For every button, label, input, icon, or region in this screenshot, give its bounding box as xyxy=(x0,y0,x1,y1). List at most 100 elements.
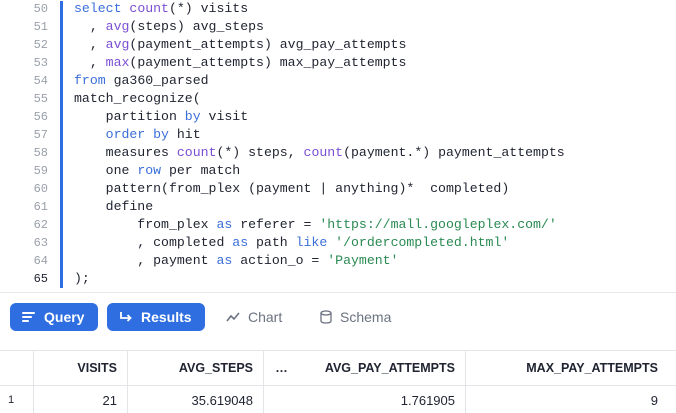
token-kw: by xyxy=(184,109,201,124)
code-text[interactable]: from_plex as referer = 'https://mall.goo… xyxy=(74,216,557,234)
code-line[interactable]: 62 from_plex as referer = 'https://mall.… xyxy=(0,216,676,234)
token-str: '/ordercompleted.html' xyxy=(335,235,510,250)
line-number: 52 xyxy=(33,38,48,52)
code-line[interactable]: 64 , payment as action_o = 'Payment' xyxy=(0,252,676,270)
lines-icon xyxy=(22,311,36,323)
code-line[interactable]: 59 one row per match xyxy=(0,162,676,180)
line-number: 60 xyxy=(33,182,48,196)
code-line[interactable]: 55 match_recognize( xyxy=(0,90,676,108)
line-number: 53 xyxy=(33,56,48,70)
results-grid: VISITS AVG_STEPS … AVG_PAY_ATTEMPTS MAX_… xyxy=(0,350,676,413)
code-text[interactable]: measures count(*) steps, count(payment.*… xyxy=(74,144,565,162)
token-text: pattern(from_plex (payment | anything)* … xyxy=(74,181,510,196)
cell-hidden-columns xyxy=(264,386,300,413)
token-text: , xyxy=(74,55,106,70)
column-header-max-pay-attempts[interactable]: MAX_PAY_ATTEMPTS xyxy=(466,351,668,385)
token-text: , payment xyxy=(74,253,217,268)
token-kw: as xyxy=(216,253,233,268)
token-text: measures xyxy=(74,145,177,160)
code-line[interactable]: 58 measures count(*) steps, count(paymen… xyxy=(0,144,676,162)
tab-schema-label: Schema xyxy=(340,309,392,325)
token-kw: as xyxy=(216,217,233,232)
code-text[interactable]: , avg(steps) avg_steps xyxy=(74,18,264,36)
token-text: from_plex xyxy=(74,217,217,232)
code-line[interactable]: 63 , completed as path like '/ordercompl… xyxy=(0,234,676,252)
token-kw: select xyxy=(74,1,130,16)
token-str: 'Payment' xyxy=(327,253,399,268)
code-text[interactable]: , completed as path like '/ordercomplete… xyxy=(74,234,509,252)
code-text[interactable]: pattern(from_plex (payment | anything)* … xyxy=(74,180,510,198)
code-line[interactable]: 57 order by hit xyxy=(0,126,676,144)
code-text[interactable]: , max(payment_attempts) max_pay_attempts xyxy=(74,54,407,72)
column-header-avg-pay-attempts[interactable]: AVG_PAY_ATTEMPTS xyxy=(300,351,466,385)
token-text: , xyxy=(74,19,106,34)
token-fn: avg xyxy=(105,37,130,52)
code-text[interactable]: order by hit xyxy=(74,126,201,144)
code-line[interactable]: 56 partition by visit xyxy=(0,108,676,126)
code-line[interactable]: 53 , max(payment_attempts) max_pay_attem… xyxy=(0,54,676,72)
cell-avg-steps[interactable]: 35.619048 xyxy=(128,386,264,413)
result-tabs-toolbar: Query Results Chart Schema xyxy=(0,292,676,340)
code-line[interactable]: 51 , avg(steps) avg_steps xyxy=(0,18,676,36)
tab-results-label: Results xyxy=(141,309,192,325)
tab-chart-label: Chart xyxy=(248,309,283,325)
code-line[interactable]: 52 , avg(payment_attempts) avg_pay_attem… xyxy=(0,36,676,54)
line-number: 58 xyxy=(33,146,48,160)
token-text: define xyxy=(74,199,154,214)
line-number: 55 xyxy=(33,92,48,106)
tab-results[interactable]: Results xyxy=(107,303,205,331)
column-ellipsis[interactable]: … xyxy=(264,351,300,385)
code-line[interactable]: 65); xyxy=(0,270,676,288)
code-text[interactable]: from ga360_parsed xyxy=(74,72,209,90)
token-text: partition xyxy=(74,109,185,124)
tab-chart[interactable]: Chart xyxy=(226,303,306,331)
tab-schema[interactable]: Schema xyxy=(320,303,410,331)
token-text: (*) visits xyxy=(168,1,249,16)
row-index: 1 xyxy=(0,386,34,413)
sql-editor[interactable]: 50 select count(*) visits 51 , avg(steps) … xyxy=(0,0,676,290)
line-number: 63 xyxy=(33,236,48,250)
token-text: ga360_parsed xyxy=(113,73,209,88)
token-text: per match xyxy=(161,163,241,178)
token-text: (payment.*) payment_attempts xyxy=(343,145,565,160)
token-text: one xyxy=(74,163,138,178)
cell-avg-pay-attempts[interactable]: 1.761905 xyxy=(300,386,466,413)
table-row[interactable]: 1 21 35.619048 1.761905 9 xyxy=(0,386,676,413)
line-number: 57 xyxy=(33,128,48,142)
token-text: ); xyxy=(74,271,90,286)
token-fn: avg xyxy=(105,19,130,34)
code-text[interactable]: partition by visit xyxy=(74,108,248,126)
database-icon xyxy=(320,310,332,324)
code-text[interactable]: ); xyxy=(74,270,90,288)
token-kw: as xyxy=(232,235,249,250)
code-text[interactable]: , payment as action_o = 'Payment' xyxy=(74,252,398,270)
tab-query[interactable]: Query xyxy=(10,303,98,331)
token-fn: count xyxy=(129,1,169,16)
code-line[interactable]: 54 from ga360_parsed xyxy=(0,72,676,90)
token-text: , xyxy=(74,37,106,52)
code-text[interactable]: , avg(payment_attempts) avg_pay_attempts xyxy=(74,36,407,54)
token-str: 'https://mall.googleplex.com/' xyxy=(319,217,557,232)
code-line[interactable]: 60 pattern(from_plex (payment | anything… xyxy=(0,180,676,198)
line-number: 65 xyxy=(33,272,48,286)
column-header-avg-steps[interactable]: AVG_STEPS xyxy=(128,351,264,385)
code-text[interactable]: select count(*) visits xyxy=(74,0,248,18)
column-header-visits[interactable]: VISITS xyxy=(34,351,128,385)
token-text: referer = xyxy=(232,217,320,232)
token-text: , completed xyxy=(74,235,233,250)
code-text[interactable]: match_recognize( xyxy=(74,90,201,108)
token-text: action_o = xyxy=(232,253,328,268)
line-number: 51 xyxy=(33,20,48,34)
trend-line-icon xyxy=(226,311,240,323)
token-text: (steps) avg_steps xyxy=(129,19,264,34)
cell-visits[interactable]: 21 xyxy=(34,386,128,413)
code-line[interactable]: 61 define xyxy=(0,198,676,216)
token-text: hit xyxy=(168,127,201,142)
code-text[interactable]: one row per match xyxy=(74,162,241,180)
token-text: path xyxy=(248,235,296,250)
line-number: 54 xyxy=(33,74,48,88)
code-line[interactable]: 50 select count(*) visits xyxy=(0,0,676,18)
code-text[interactable]: define xyxy=(74,198,154,216)
cell-max-pay-attempts[interactable]: 9 xyxy=(466,386,668,413)
